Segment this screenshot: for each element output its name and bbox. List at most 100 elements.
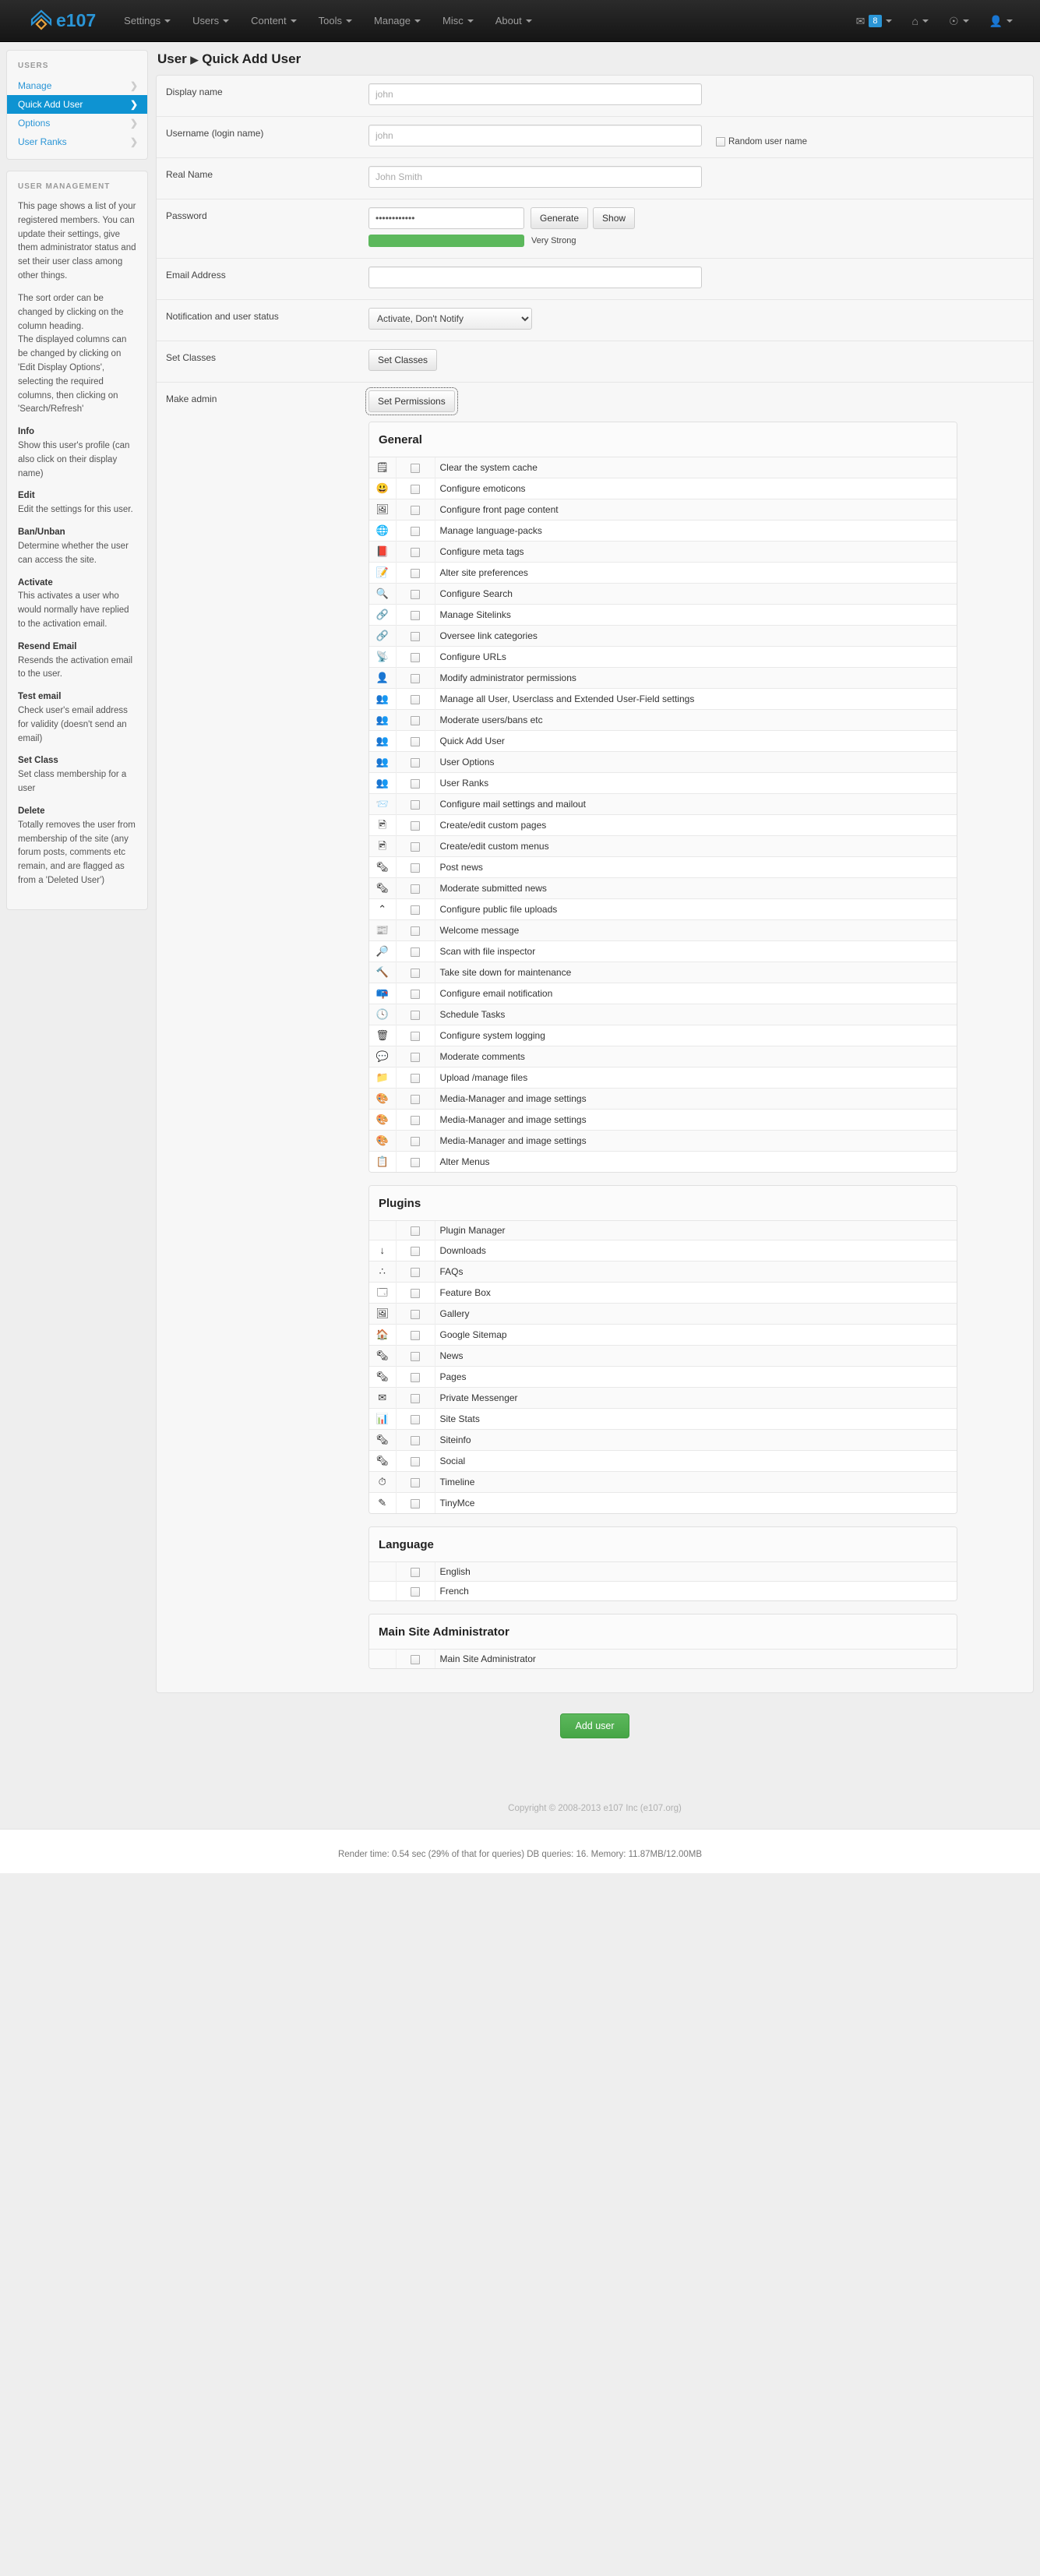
permission-checkbox-cell[interactable]: [396, 898, 435, 920]
permission-checkbox-cell[interactable]: [396, 457, 435, 478]
sidebar-item-manage[interactable]: Manage ❯: [7, 76, 147, 95]
permission-checkbox[interactable]: [411, 968, 420, 978]
permission-row[interactable]: 🏠 Google Sitemap: [369, 1324, 957, 1346]
permission-checkbox-cell[interactable]: [396, 499, 435, 520]
permission-row[interactable]: 🗞 Post news: [369, 856, 957, 878]
permission-row[interactable]: 👥 User Options: [369, 751, 957, 773]
permission-checkbox-cell[interactable]: [396, 583, 435, 605]
permission-row[interactable]: ↓ Downloads: [369, 1240, 957, 1262]
permission-checkbox[interactable]: [411, 1372, 420, 1382]
permission-checkbox[interactable]: [411, 1351, 420, 1361]
nav-item-account[interactable]: 👤: [979, 9, 1023, 33]
permission-checkbox[interactable]: [411, 1567, 420, 1577]
permission-checkbox-cell[interactable]: [396, 1562, 435, 1582]
permission-checkbox-cell[interactable]: [396, 919, 435, 941]
permission-row[interactable]: 📊 Site Stats: [369, 1408, 957, 1430]
permission-checkbox-cell[interactable]: [396, 688, 435, 710]
permission-row[interactable]: English: [369, 1562, 957, 1582]
permission-row[interactable]: 🔨 Take site down for maintenance: [369, 962, 957, 983]
permission-checkbox[interactable]: [411, 799, 420, 810]
permission-checkbox-cell[interactable]: [396, 730, 435, 752]
permission-checkbox[interactable]: [411, 1246, 420, 1256]
permission-checkbox-cell[interactable]: [396, 1282, 435, 1304]
permission-checkbox[interactable]: [411, 1435, 420, 1445]
nav-item-home[interactable]: ⌂: [902, 9, 939, 33]
permission-checkbox-cell[interactable]: [396, 1303, 435, 1325]
permission-row[interactable]: 👤 Modify administrator permissions: [369, 667, 957, 689]
permission-checkbox[interactable]: [411, 1010, 420, 1020]
nav-item-misc[interactable]: Misc: [432, 9, 485, 33]
permission-row[interactable]: 📁 Upload /manage files: [369, 1067, 957, 1089]
set-classes-button[interactable]: Set Classes: [368, 349, 438, 371]
permission-checkbox-cell[interactable]: [396, 646, 435, 668]
permission-checkbox[interactable]: [411, 989, 420, 999]
permission-row[interactable]: ✉ Private Messenger: [369, 1387, 957, 1409]
permission-row[interactable]: 📝 Alter site preferences: [369, 562, 957, 584]
nav-item-messages[interactable]: ✉ 8: [846, 9, 902, 34]
permission-row[interactable]: 💬 Moderate comments: [369, 1046, 957, 1067]
display-name-input[interactable]: [368, 83, 702, 105]
nav-item-content[interactable]: Content: [240, 9, 308, 33]
username-input[interactable]: [368, 125, 702, 146]
permission-checkbox[interactable]: [411, 1031, 420, 1041]
permission-row[interactable]: 🖼 Gallery: [369, 1303, 957, 1325]
permission-checkbox-cell[interactable]: [396, 1492, 435, 1513]
permission-checkbox[interactable]: [411, 631, 420, 641]
permission-row[interactable]: 🗞 Siteinfo: [369, 1429, 957, 1451]
sidebar-item-options[interactable]: Options ❯: [7, 114, 147, 132]
permission-row[interactable]: 🗞 News: [369, 1345, 957, 1367]
permission-row[interactable]: 🎨 Media-Manager and image settings: [369, 1130, 957, 1152]
permission-row[interactable]: 📕 Configure meta tags: [369, 541, 957, 563]
permission-checkbox-cell[interactable]: [396, 835, 435, 857]
permission-row[interactable]: French: [369, 1581, 957, 1600]
permission-row[interactable]: 👥 Moderate users/bans etc: [369, 709, 957, 731]
permission-checkbox[interactable]: [411, 1267, 420, 1277]
permission-checkbox-cell[interactable]: [396, 541, 435, 563]
permission-checkbox-cell[interactable]: [396, 772, 435, 794]
permission-checkbox-cell[interactable]: [396, 1004, 435, 1025]
permission-checkbox[interactable]: [411, 1456, 420, 1466]
permission-row[interactable]: 📨 Configure mail settings and mailout: [369, 793, 957, 815]
permission-checkbox[interactable]: [411, 463, 420, 473]
permission-checkbox[interactable]: [411, 589, 420, 599]
permission-checkbox-cell[interactable]: [396, 1067, 435, 1089]
nav-item-users[interactable]: Users: [182, 9, 240, 33]
permission-checkbox-cell[interactable]: [396, 1151, 435, 1172]
permission-checkbox[interactable]: [411, 610, 420, 620]
permission-row[interactable]: 🗒 Clear the system cache: [369, 457, 957, 478]
permission-checkbox[interactable]: [411, 1654, 420, 1664]
permission-checkbox[interactable]: [411, 526, 420, 536]
sidebar-item-user-ranks[interactable]: User Ranks ❯: [7, 132, 147, 151]
permission-checkbox[interactable]: [411, 884, 420, 894]
permission-row[interactable]: 🗔 Feature Box: [369, 1282, 957, 1304]
permission-checkbox[interactable]: [411, 757, 420, 768]
permission-row[interactable]: ∴ FAQs: [369, 1261, 957, 1283]
permission-row[interactable]: 👥 Manage all User, Userclass and Extended…: [369, 688, 957, 710]
nav-item-about[interactable]: About: [485, 9, 543, 33]
permission-checkbox-cell[interactable]: [396, 1471, 435, 1493]
permission-row[interactable]: 📋 Alter Menus: [369, 1151, 957, 1172]
permission-row[interactable]: ✎ TinyMce: [369, 1492, 957, 1513]
permission-checkbox[interactable]: [411, 673, 420, 683]
permission-checkbox-cell[interactable]: [396, 1581, 435, 1600]
permission-checkbox-cell[interactable]: [396, 1025, 435, 1046]
permission-checkbox[interactable]: [411, 694, 420, 704]
permission-checkbox[interactable]: [411, 1288, 420, 1298]
permission-checkbox[interactable]: [411, 905, 420, 915]
permission-checkbox-cell[interactable]: [396, 1261, 435, 1283]
permission-checkbox-cell[interactable]: [396, 1240, 435, 1262]
permission-row[interactable]: ⌃ Configure public file uploads: [369, 898, 957, 920]
permission-checkbox-cell[interactable]: [396, 940, 435, 962]
permission-checkbox-cell[interactable]: [396, 520, 435, 542]
permission-checkbox[interactable]: [411, 926, 420, 936]
random-username-checkbox[interactable]: [716, 137, 725, 146]
permission-row[interactable]: 🌐 Manage language-packs: [369, 520, 957, 542]
permission-row[interactable]: 🗞 Moderate submitted news: [369, 877, 957, 899]
permission-checkbox[interactable]: [411, 1115, 420, 1125]
permission-row[interactable]: 🗑 Configure system logging: [369, 1025, 957, 1046]
permission-checkbox-cell[interactable]: [396, 962, 435, 983]
permission-checkbox[interactable]: [411, 842, 420, 852]
permission-checkbox[interactable]: [411, 1157, 420, 1167]
permission-checkbox-cell[interactable]: [396, 1130, 435, 1152]
permission-checkbox-cell[interactable]: [396, 1345, 435, 1367]
